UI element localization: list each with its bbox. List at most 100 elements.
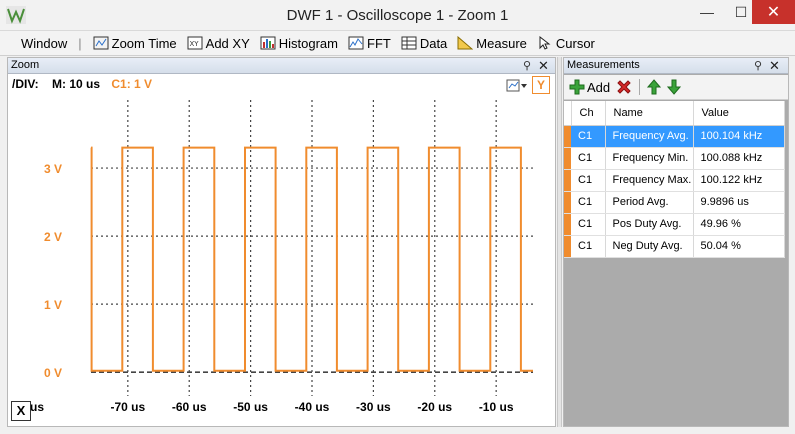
channel-color-marker bbox=[564, 191, 571, 214]
table-row[interactable]: C1 Period Avg. 9.9896 us bbox=[564, 191, 785, 214]
delete-icon bbox=[617, 80, 631, 94]
channel-color-marker bbox=[564, 235, 571, 258]
x-tick-label: -40 us bbox=[295, 400, 330, 414]
row-ch: C1 bbox=[571, 147, 606, 170]
time-per-div: M: 10 us bbox=[52, 77, 101, 91]
channel-color-marker bbox=[564, 213, 571, 236]
minimize-button[interactable]: — bbox=[692, 0, 722, 24]
add-label: Add bbox=[587, 79, 611, 95]
y-axis-button[interactable]: Y bbox=[532, 76, 550, 94]
xy-icon: XY bbox=[187, 36, 203, 50]
table-row[interactable]: C1 Pos Duty Avg. 49.96 % bbox=[564, 213, 785, 236]
measurements-table: Ch Name Value C1 Frequency Avg. 100.104 … bbox=[564, 101, 785, 258]
add-xy-label: Add XY bbox=[205, 35, 250, 51]
fft-label: FFT bbox=[367, 35, 391, 51]
row-value: 100.122 kHz bbox=[693, 169, 785, 192]
measurements-toolbar: Add bbox=[564, 75, 788, 100]
marker-header bbox=[564, 101, 572, 126]
col-name-header[interactable]: Name bbox=[605, 101, 694, 126]
x-tick-label: -50 us bbox=[233, 400, 268, 414]
oscilloscope-plot[interactable]: 3 V 2 V 1 V 0 V -70 us -60 us -50 us -40 us -30 … bbox=[8, 96, 555, 426]
svg-text:XY: XY bbox=[189, 40, 199, 48]
title-bar: DWF 1 - Oscilloscope 1 - Zoom 1 — ☐ ✕ bbox=[0, 0, 795, 31]
div-label: /DIV: bbox=[12, 77, 39, 91]
row-ch: C1 bbox=[571, 191, 606, 214]
move-down-button[interactable] bbox=[664, 77, 684, 97]
row-ch: C1 bbox=[571, 235, 606, 258]
table-row[interactable]: C1 Neg Duty Avg. 50.04 % bbox=[564, 235, 785, 258]
row-ch: C1 bbox=[571, 125, 606, 148]
x-tick-label: -60 us bbox=[172, 400, 207, 414]
row-name: Neg Duty Avg. bbox=[605, 235, 694, 258]
div-readout: /DIV: M: 10 us C1: 1 V bbox=[12, 77, 152, 91]
cursor-label: Cursor bbox=[555, 35, 595, 51]
row-name: Frequency Avg. bbox=[605, 125, 694, 148]
measurements-panel: Measurements ⚲ ✕ Add Ch Name Value C1 Fr… bbox=[563, 57, 789, 427]
cursor-button[interactable]: Cursor bbox=[532, 32, 600, 54]
channel-color-marker bbox=[564, 169, 571, 192]
autoscale-icon[interactable] bbox=[506, 77, 528, 93]
menu-window[interactable]: Window bbox=[16, 32, 72, 54]
row-name: Period Avg. bbox=[605, 191, 694, 214]
channel-color-marker bbox=[564, 147, 571, 170]
col-ch-header[interactable]: Ch bbox=[571, 101, 606, 126]
histogram-icon bbox=[260, 36, 276, 50]
close-button[interactable]: ✕ bbox=[752, 0, 795, 24]
zoom-time-button[interactable]: Zoom Time bbox=[88, 32, 182, 54]
panel-splitter[interactable] bbox=[557, 57, 562, 427]
close-icon[interactable]: ✕ bbox=[538, 58, 549, 74]
measure-icon bbox=[457, 36, 474, 50]
c1-volts-per-div: C1: 1 V bbox=[111, 77, 153, 91]
table-row[interactable]: C1 Frequency Avg. 100.104 kHz bbox=[564, 125, 785, 148]
data-button[interactable]: Data bbox=[396, 32, 452, 54]
toolbar-divider bbox=[639, 79, 641, 95]
table-header-row: Ch Name Value bbox=[564, 101, 785, 126]
row-ch: C1 bbox=[571, 169, 606, 192]
cursor-icon bbox=[539, 36, 551, 50]
x-tick-label: -70 us bbox=[110, 400, 145, 414]
row-name: Pos Duty Avg. bbox=[605, 213, 694, 236]
zoom-time-icon bbox=[93, 36, 109, 50]
window-menu-label: Window bbox=[21, 35, 68, 51]
row-value: 100.104 kHz bbox=[693, 125, 785, 148]
measure-button[interactable]: Measure bbox=[452, 32, 532, 54]
close-icon[interactable]: ✕ bbox=[769, 58, 780, 74]
fft-button[interactable]: FFT bbox=[343, 32, 396, 54]
x-tick-label: -10 us bbox=[479, 400, 514, 414]
add-xy-button[interactable]: XY Add XY bbox=[182, 32, 255, 54]
x-axis-button[interactable]: X bbox=[11, 401, 31, 421]
main-toolbar: Window | Zoom Time XY Add XY Histogram F… bbox=[0, 31, 795, 56]
pin-icon[interactable]: ⚲ bbox=[523, 59, 531, 72]
col-value-header[interactable]: Value bbox=[693, 101, 785, 126]
channel-color-marker bbox=[564, 125, 571, 148]
pin-icon[interactable]: ⚲ bbox=[754, 59, 762, 72]
table-row[interactable]: C1 Frequency Max. 100.122 kHz bbox=[564, 169, 785, 192]
histogram-label: Histogram bbox=[278, 35, 338, 51]
move-up-button[interactable] bbox=[644, 77, 664, 97]
histogram-button[interactable]: Histogram bbox=[255, 32, 343, 54]
measurements-panel-title: Measurements bbox=[567, 59, 640, 71]
table-row[interactable]: C1 Frequency Min. 100.088 kHz bbox=[564, 147, 785, 170]
arrow-down-icon bbox=[667, 79, 682, 95]
window-title: DWF 1 - Oscilloscope 1 - Zoom 1 bbox=[286, 7, 509, 24]
measure-label: Measure bbox=[476, 35, 527, 51]
row-name: Frequency Max. bbox=[605, 169, 694, 192]
row-value: 100.088 kHz bbox=[693, 147, 785, 170]
zoom-panel-header: Zoom ⚲ ✕ bbox=[8, 58, 555, 74]
add-measurement-button[interactable]: Add bbox=[566, 77, 613, 97]
plus-icon bbox=[569, 79, 585, 95]
row-ch: C1 bbox=[571, 213, 606, 236]
y-tick-label: 3 V bbox=[44, 162, 62, 176]
zoom-time-label: Zoom Time bbox=[111, 35, 177, 51]
row-name: Frequency Min. bbox=[605, 147, 694, 170]
y-tick-label: 1 V bbox=[44, 298, 62, 312]
x-unit-label: us bbox=[30, 400, 44, 414]
data-icon bbox=[401, 36, 417, 50]
arrow-up-icon bbox=[647, 79, 662, 95]
row-value: 9.9896 us bbox=[693, 191, 785, 214]
remove-measurement-button[interactable] bbox=[613, 77, 635, 97]
x-tick-label: -20 us bbox=[417, 400, 452, 414]
toolbar-separator: | bbox=[78, 35, 82, 51]
row-value: 49.96 % bbox=[693, 213, 785, 236]
fft-icon bbox=[348, 36, 364, 50]
